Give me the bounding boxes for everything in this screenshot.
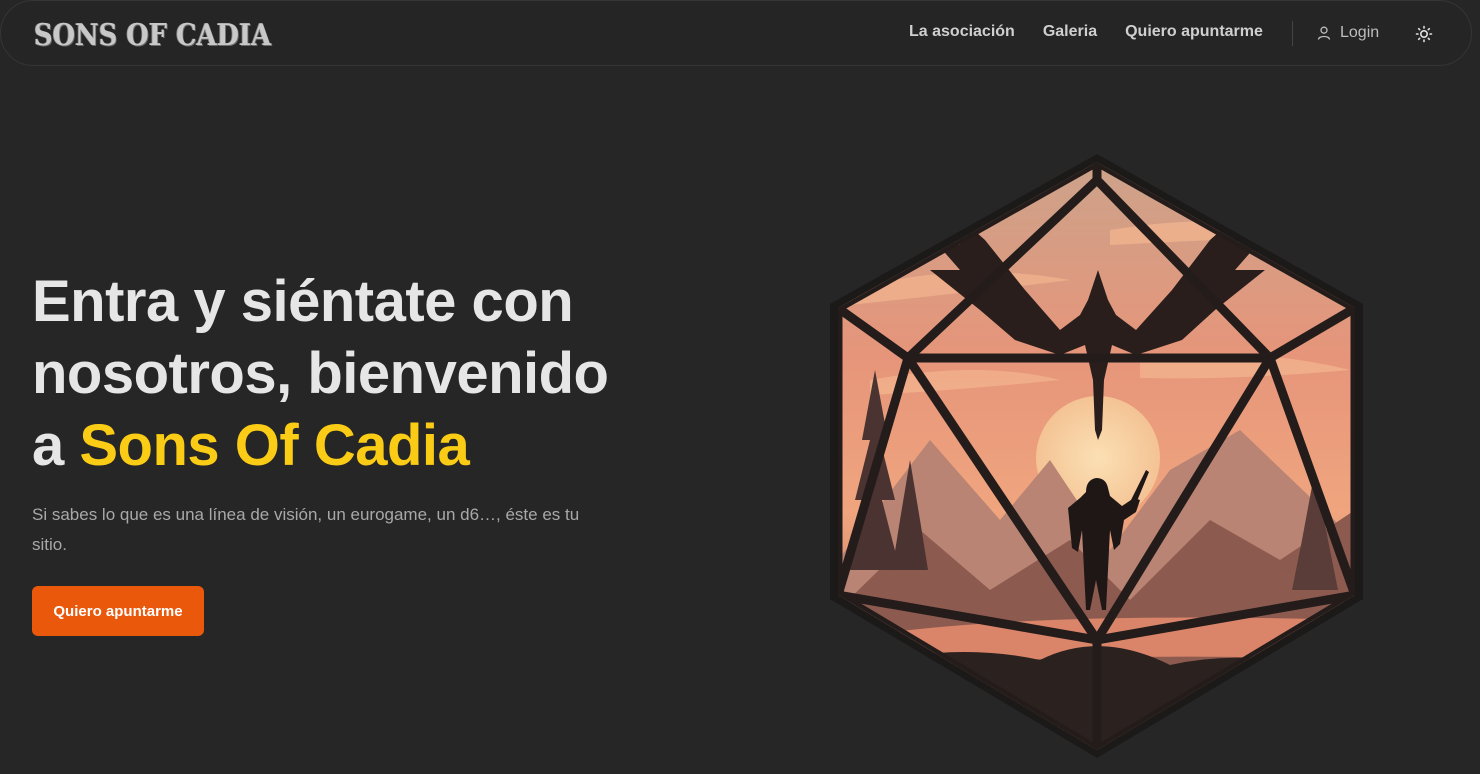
nav-link-apuntarme[interactable]: Quiero apuntarme bbox=[1125, 23, 1263, 41]
login-link[interactable]: Login bbox=[1317, 24, 1379, 42]
login-label: Login bbox=[1340, 24, 1380, 41]
navbar: SONS OF CADIA La asociación Galeria Quie… bbox=[0, 0, 1472, 66]
hero-title-prefix: a bbox=[32, 413, 80, 478]
user-icon bbox=[1317, 26, 1331, 40]
nav-link-galeria[interactable]: Galeria bbox=[1043, 23, 1097, 41]
hero-subtitle: Si sabes lo que es una línea de visión, … bbox=[32, 505, 580, 554]
hero-title: Entra y siéntate con nosotros, bienvenid… bbox=[32, 266, 672, 482]
sun-icon[interactable] bbox=[1415, 25, 1433, 43]
site-logo[interactable]: SONS OF CADIA bbox=[34, 18, 271, 53]
nav-divider bbox=[1292, 21, 1293, 46]
d20-dragon-warrior-illustration bbox=[830, 154, 1363, 758]
nav-link-asociacion[interactable]: La asociación bbox=[909, 23, 1015, 41]
hero-title-accent: Sons Of Cadia bbox=[79, 413, 470, 478]
hero-title-line1: Entra y siéntate con bbox=[32, 269, 574, 334]
hero-title-line2: nosotros, bienvenido bbox=[32, 341, 609, 406]
join-button[interactable]: Quiero apuntarme bbox=[32, 586, 204, 636]
nav-links: La asociación Galeria Quiero apuntarme bbox=[909, 23, 1291, 41]
